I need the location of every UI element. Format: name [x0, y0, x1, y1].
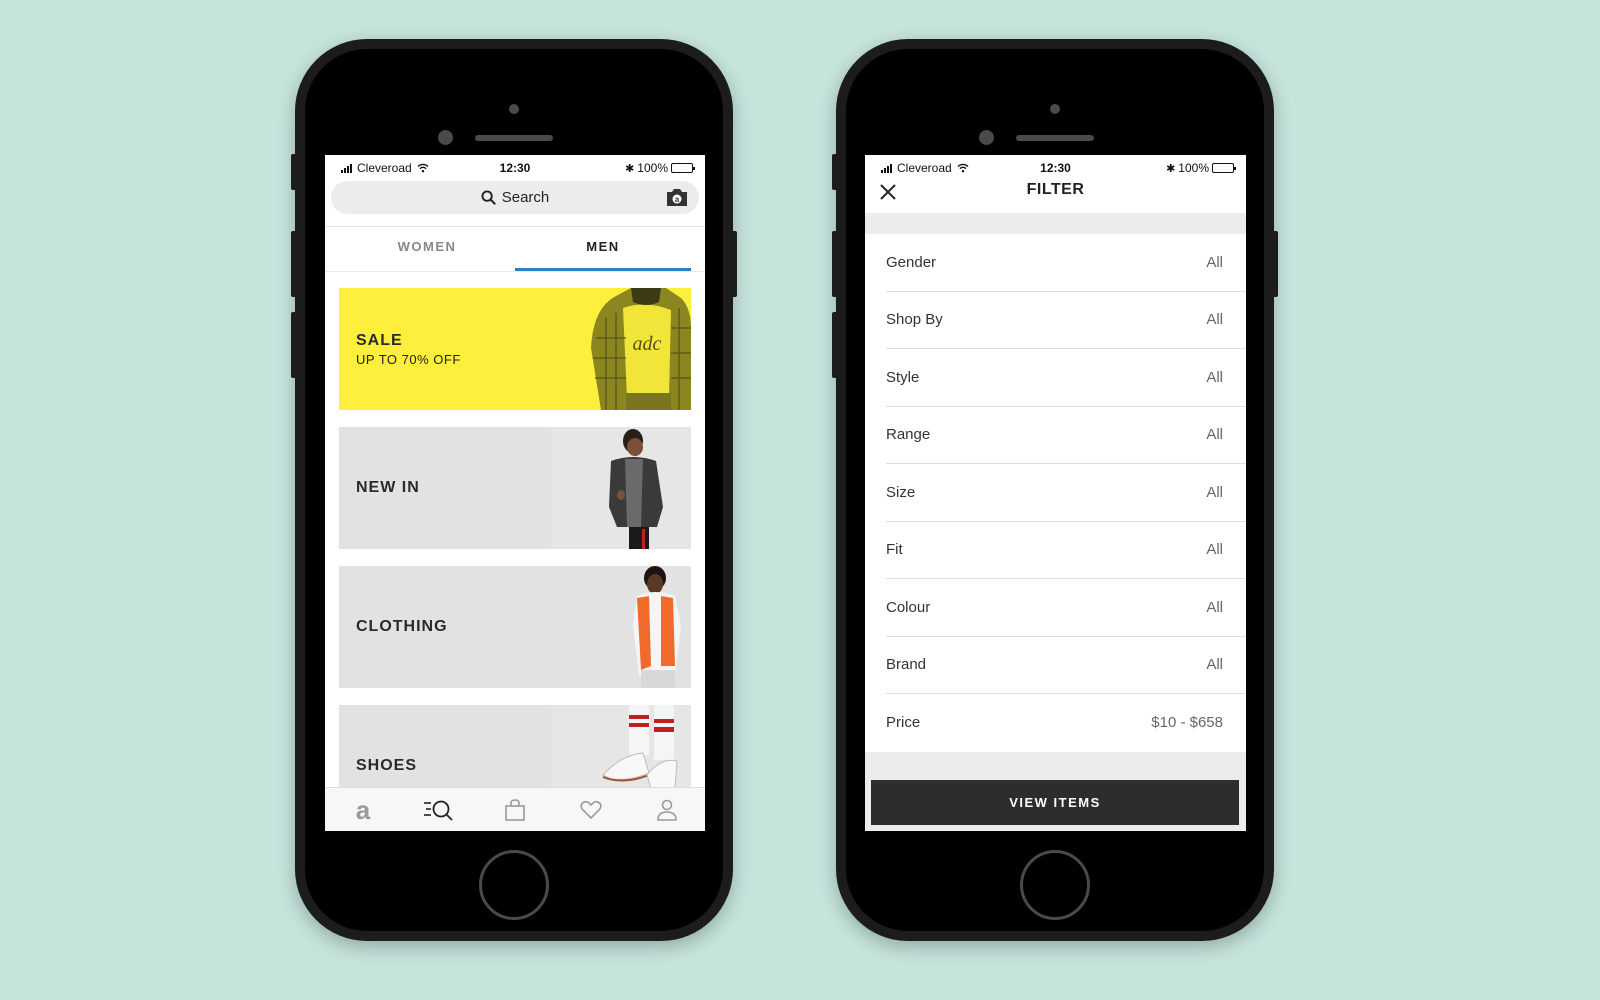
filter-size[interactable]: Size All: [886, 464, 1246, 522]
front-camera: [438, 130, 453, 145]
status-bar: Cleveroad 12:30 ✱ 100%: [325, 155, 705, 181]
filter-gender[interactable]: Gender All: [886, 234, 1246, 292]
model-orange-vest-image: [551, 566, 691, 688]
banner-subtitle: UP TO 70% OFF: [356, 352, 461, 367]
banner-title: SALE: [356, 332, 403, 349]
bluetooth-icon: ✱: [625, 162, 635, 175]
home-button[interactable]: [1020, 850, 1090, 920]
svg-text:adc: adc: [633, 333, 662, 355]
filter-value: All: [1206, 368, 1223, 386]
search-icon: [481, 190, 496, 205]
banner-clothing[interactable]: CLOTHING: [339, 566, 691, 688]
left-phone-frame: Cleveroad 12:30 ✱ 100% Search a WOMEN ME…: [291, 39, 737, 941]
filter-fit[interactable]: Fit All: [886, 522, 1246, 579]
tabs-divider: [325, 271, 705, 272]
filter-label: Gender: [886, 253, 937, 271]
camera-search-icon[interactable]: a: [665, 188, 689, 207]
filter-value: All: [1206, 483, 1223, 501]
search-placeholder: Search: [501, 189, 550, 206]
filter-screen: Cleveroad 12:30 ✱ 100% FILTER Gender All…: [865, 155, 1246, 831]
filter-label: Style: [886, 368, 920, 386]
banner-new-in[interactable]: NEW IN: [339, 427, 691, 549]
filter-value: All: [1206, 253, 1223, 271]
proximity-sensor: [509, 104, 519, 114]
filter-value: $10 - $658: [1151, 714, 1223, 732]
filter-label: Range: [886, 426, 931, 444]
volume-up-button: [291, 231, 296, 297]
filter-value: All: [1206, 598, 1223, 616]
volume-up-button: [832, 231, 837, 297]
tab-men[interactable]: MEN: [515, 227, 691, 271]
filter-brand[interactable]: Brand All: [886, 637, 1246, 694]
battery-icon: [671, 163, 695, 173]
filter-label: Brand: [886, 656, 927, 674]
filter-value: All: [1206, 541, 1223, 559]
nav-saved[interactable]: [571, 793, 611, 827]
bottom-navigation: a: [325, 787, 705, 831]
filter-value: All: [1206, 426, 1223, 444]
front-camera: [979, 130, 994, 145]
right-phone-frame: Cleveroad 12:30 ✱ 100% FILTER Gender All…: [832, 39, 1278, 941]
search-input[interactable]: Search a: [331, 181, 699, 214]
banner-title: NEW IN: [356, 479, 420, 496]
model-denim-jacket-image: [551, 427, 691, 549]
bluetooth-icon: ✱: [1166, 162, 1176, 175]
nav-search[interactable]: [419, 793, 459, 827]
banner-sale[interactable]: SALE UP TO 70% OFF adc: [339, 288, 691, 410]
filter-shop-by[interactable]: Shop By All: [886, 292, 1246, 349]
bag-icon: [505, 798, 525, 821]
banner-title: CLOTHING: [356, 618, 448, 635]
filter-value: All: [1206, 311, 1223, 329]
filter-label: Fit: [886, 541, 903, 559]
battery-percent: 100%: [1178, 161, 1209, 175]
filter-list: Gender All Shop By All Style All Range A…: [865, 234, 1246, 752]
mute-switch: [832, 154, 837, 190]
search-list-icon: [424, 800, 453, 821]
filter-value: All: [1206, 656, 1223, 674]
gender-tabs: WOMEN MEN: [325, 227, 705, 271]
view-items-button[interactable]: VIEW ITEMS: [871, 780, 1239, 825]
volume-down-button: [832, 312, 837, 378]
battery-percent: 100%: [637, 161, 668, 175]
section-spacer: [865, 213, 1246, 234]
power-button: [1273, 231, 1278, 297]
filter-label: Shop By: [886, 311, 943, 329]
mute-switch: [291, 154, 296, 190]
shop-screen: Cleveroad 12:30 ✱ 100% Search a WOMEN ME…: [325, 155, 705, 831]
battery-icon: [1212, 163, 1236, 173]
filter-label: Size: [886, 483, 916, 501]
nav-home[interactable]: a: [343, 793, 383, 827]
filter-colour[interactable]: Colour All: [886, 579, 1246, 637]
asos-logo-icon: a: [356, 798, 371, 822]
nav-bag[interactable]: [495, 793, 535, 827]
earpiece-speaker: [475, 135, 553, 141]
nav-account[interactable]: [647, 793, 687, 827]
filter-style[interactable]: Style All: [886, 349, 1246, 407]
volume-down-button: [291, 312, 296, 378]
filter-header: FILTER: [865, 177, 1246, 213]
power-button: [732, 231, 737, 297]
page-title: FILTER: [1026, 181, 1085, 198]
svg-text:a: a: [675, 195, 680, 204]
filter-label: Price: [886, 714, 921, 732]
home-button[interactable]: [479, 850, 549, 920]
tab-women[interactable]: WOMEN: [339, 227, 515, 271]
filter-range[interactable]: Range All: [886, 407, 1246, 464]
banner-title: SHOES: [356, 757, 418, 774]
filter-price[interactable]: Price $10 - $658: [886, 694, 1246, 752]
earpiece-speaker: [1016, 135, 1094, 141]
svg-text:a: a: [356, 798, 371, 822]
proximity-sensor: [1050, 104, 1060, 114]
model-plaid-jacket-image: adc: [591, 288, 691, 410]
heart-icon: [580, 800, 602, 819]
user-icon: [657, 799, 677, 821]
filter-label: Colour: [886, 598, 931, 616]
